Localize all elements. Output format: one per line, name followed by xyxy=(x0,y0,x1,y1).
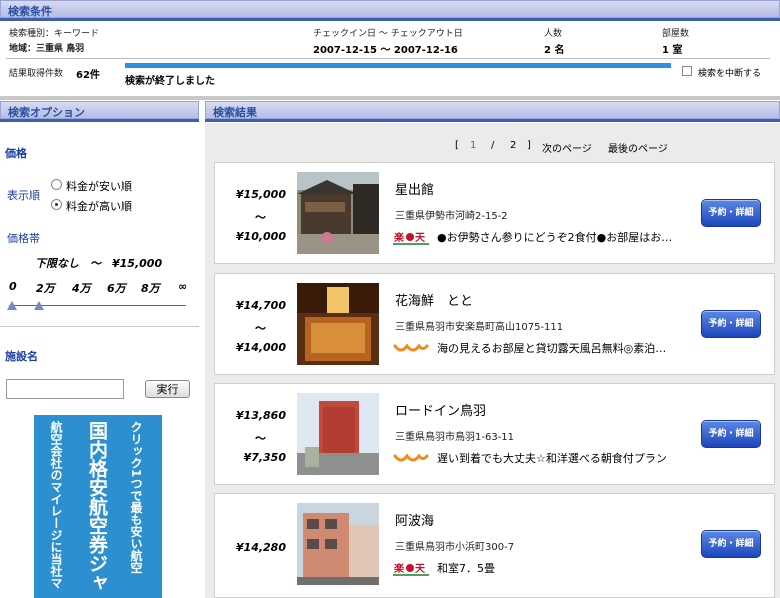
search-conditions-header: 検索条件 xyxy=(0,0,780,18)
hotel-photo[interactable] xyxy=(297,172,379,254)
price-high: ¥14,280 xyxy=(235,541,286,554)
facility-section-title: 施設名 xyxy=(5,350,38,363)
price-range-label: 価格帯 xyxy=(7,232,40,245)
svg-text:楽: 楽 xyxy=(393,231,405,244)
search-type-label: 検索種別：キーワード xyxy=(9,29,100,39)
book-detail-button[interactable]: 予約・詳細 xyxy=(701,199,761,227)
sort-price-high-label[interactable]: 料金が高い順 xyxy=(66,198,132,214)
checkin-value: 2007-12-15 ～ 2007-12-16 xyxy=(313,45,458,56)
search-results-header-line xyxy=(205,119,780,122)
price-tilde: ～ xyxy=(255,211,266,224)
hotel-card: ¥15,000 ～ ¥10,000 星出館 三重県伊勢市河崎2-15-2 楽 天… xyxy=(214,162,775,264)
people-value: 2 名 xyxy=(544,45,565,56)
price-range-value: 下限なし ～ ¥15,000 xyxy=(35,257,163,270)
pager-last-link[interactable]: 最後のページ xyxy=(608,140,668,155)
price-low: ¥14,000 xyxy=(235,341,286,354)
slider-tick-2: 4万 xyxy=(72,282,91,295)
checkin-label: チェックイン日 ～ チェックアウト日 xyxy=(313,29,463,39)
rooms-label: 部屋数 xyxy=(662,29,690,39)
options-panel: 価格 表示順 料金が安い順 料金が高い順 価格帯 下限なし ～ ¥15,000 … xyxy=(0,123,199,598)
hotel-name[interactable]: 花海鮮 とと xyxy=(395,290,473,309)
hotel-address: 三重県鳥羽市安楽島町高山1075-111 xyxy=(395,322,564,333)
sort-order-label: 表示順 xyxy=(7,189,40,202)
search-options-header-line xyxy=(0,119,199,122)
rakuten-logo-icon: 楽 天 xyxy=(393,560,429,576)
hotel-plan[interactable]: 遅い到着でも大丈夫☆和洋選べる朝食付プラン xyxy=(437,450,667,466)
options-divider xyxy=(0,326,199,327)
search-results-header: 検索結果 xyxy=(205,101,780,119)
price-high: ¥15,000 xyxy=(235,188,286,201)
jalan-logo-icon xyxy=(393,450,429,466)
ad-text-3: 航空会社のマイレージに当社マ xyxy=(49,421,63,589)
slider-tick-1: 2万 xyxy=(36,282,55,295)
hotel-name[interactable]: 星出館 xyxy=(395,179,434,198)
search-status-text: 検索が終了しました xyxy=(125,76,215,87)
hotel-photo[interactable] xyxy=(297,503,379,585)
search-area-label: 地域：三重県 鳥羽 xyxy=(9,44,85,54)
search-progress-bar xyxy=(125,63,671,68)
book-detail-button[interactable]: 予約・詳細 xyxy=(701,310,761,338)
svg-text:天: 天 xyxy=(415,563,426,575)
slider-tick-4: 8万 xyxy=(141,282,160,295)
sort-price-low-label[interactable]: 料金が安い順 xyxy=(66,178,132,194)
hotel-plan[interactable]: ●お伊勢さん参りにどうぞ2食付●お部屋はお… xyxy=(437,229,672,245)
sort-price-high-radio[interactable] xyxy=(51,199,62,210)
pager-separator: / xyxy=(491,140,495,151)
people-label: 人数 xyxy=(544,29,563,39)
search-options-header: 検索オプション xyxy=(0,101,199,119)
stop-search-label: 検索を中断する xyxy=(698,69,762,79)
slider-tick-3: 6万 xyxy=(107,282,126,295)
rakuten-logo-icon: 楽 天 xyxy=(393,229,429,245)
pager-close: ] xyxy=(527,140,531,151)
ad-text-1: クリック1つで最も安い航空 xyxy=(129,421,143,574)
svg-text:楽: 楽 xyxy=(393,562,405,575)
pager-current-page: 1 xyxy=(470,140,477,151)
facility-name-input[interactable] xyxy=(6,379,124,399)
price-low: ¥7,350 xyxy=(243,451,286,464)
hotel-name[interactable]: ロードイン鳥羽 xyxy=(395,400,486,419)
result-count-label: 結果取得件数 xyxy=(9,69,64,79)
price-tilde: ～ xyxy=(255,322,266,335)
price-tilde: ～ xyxy=(255,432,266,445)
hotel-name[interactable]: 阿波海 xyxy=(395,510,434,529)
hotel-plan[interactable]: 海の見えるお部屋と貸切露天風呂無料◎素泊… xyxy=(437,340,666,356)
pager-open: [ xyxy=(455,140,459,151)
price-high: ¥14,700 xyxy=(235,299,286,312)
book-detail-button[interactable]: 予約・詳細 xyxy=(701,420,761,448)
run-search-button[interactable]: 実行 xyxy=(145,380,190,398)
hotel-card: ¥14,700 ～ ¥14,000 花海鮮 とと 三重県鳥羽市安楽島町高山107… xyxy=(214,273,775,375)
pager-next-link[interactable]: 次のページ xyxy=(542,140,592,155)
hotel-card: ¥14,280 阿波海 三重県鳥羽市小浜町300-7 楽 天 和室7．5畳 予約… xyxy=(214,493,775,598)
price-slider-min-thumb[interactable] xyxy=(7,301,17,310)
conditions-divider xyxy=(6,58,770,59)
book-detail-button[interactable]: 予約・詳細 xyxy=(701,530,761,558)
hotel-address: 三重県鳥羽市小浜町300-7 xyxy=(395,542,515,553)
rooms-value: 1 室 xyxy=(662,45,683,56)
result-count-value: 62件 xyxy=(76,70,100,81)
airline-ad-banner[interactable]: クリック1つで最も安い航空 国内格安航空券ジャ 航空会社のマイレージに当社マ xyxy=(34,415,162,598)
slider-tick-0: 0 xyxy=(9,280,17,293)
jalan-logo-icon xyxy=(393,340,429,356)
stop-search-checkbox[interactable] xyxy=(682,66,692,76)
section-divider-band xyxy=(0,96,780,100)
hotel-photo[interactable] xyxy=(297,393,379,475)
hotel-plan[interactable]: 和室7．5畳 xyxy=(437,560,495,576)
price-high: ¥13,860 xyxy=(235,409,286,422)
slider-tick-5: ∞ xyxy=(178,280,188,293)
price-slider-max-thumb[interactable] xyxy=(34,301,44,310)
price-section-title: 価格 xyxy=(5,147,27,160)
svg-text:天: 天 xyxy=(415,232,426,244)
hotel-address: 三重県鳥羽市鳥羽1-63-11 xyxy=(395,432,515,443)
pager-page-2[interactable]: 2 xyxy=(510,140,516,151)
search-conditions-panel: 検索種別：キーワード 地域：三重県 鳥羽 チェックイン日 ～ チェックアウト日 … xyxy=(0,20,780,94)
price-low: ¥10,000 xyxy=(235,230,286,243)
hotel-photo[interactable] xyxy=(297,283,379,365)
ad-text-2: 国内格安航空券ジャ xyxy=(86,421,108,592)
hotel-address: 三重県伊勢市河崎2-15-2 xyxy=(395,211,508,222)
sort-price-low-radio[interactable] xyxy=(51,179,62,190)
hotel-card: ¥13,860 ～ ¥7,350 ロードイン鳥羽 三重県鳥羽市鳥羽1-63-11… xyxy=(214,383,775,485)
